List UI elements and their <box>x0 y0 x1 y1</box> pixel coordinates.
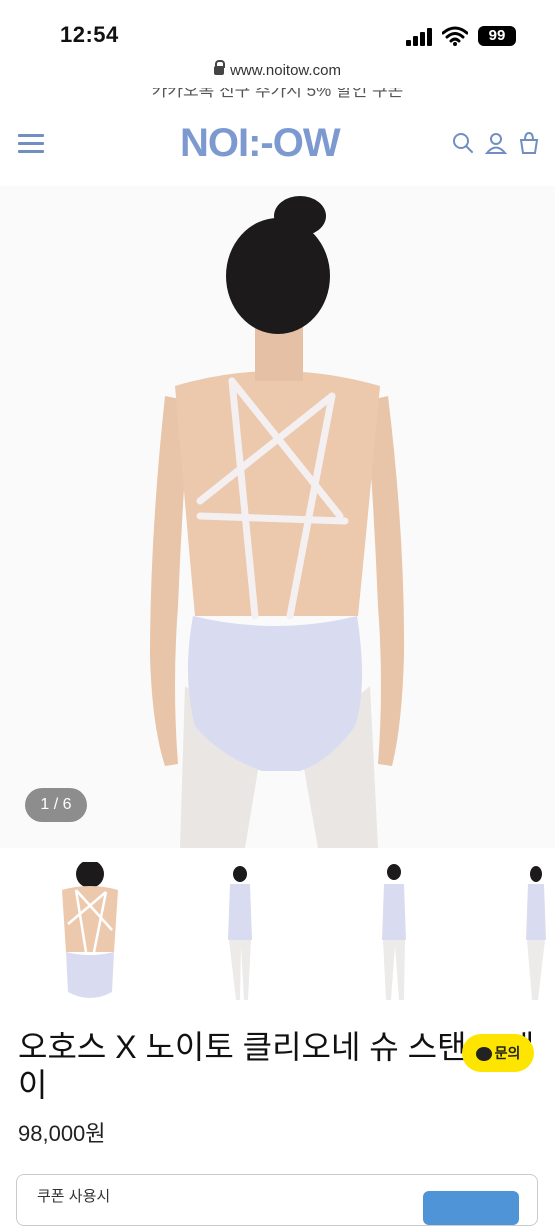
clock: 12:54 <box>60 22 119 47</box>
brand-logo[interactable]: NOI:-OW <box>180 121 341 166</box>
thumbnail-image <box>382 864 406 1000</box>
promo-text: 카카오톡 친구 추가시 5% 할인 쿠폰 <box>151 88 404 100</box>
thumbnail-image <box>228 866 252 1000</box>
chat-icon <box>475 1047 492 1062</box>
thumbnail-2[interactable] <box>170 862 310 1010</box>
search-icon[interactable] <box>450 130 476 156</box>
lock-icon <box>214 60 226 75</box>
signal-icon <box>406 28 436 46</box>
coupon-label: 쿠폰 사용시 <box>37 1188 111 1205</box>
thumbnail-3[interactable] <box>324 862 464 1010</box>
status-bar: 12:54 99 <box>0 0 555 62</box>
menu-icon[interactable] <box>18 134 44 154</box>
model-photo <box>0 186 555 848</box>
thumbnail-4[interactable] <box>478 862 555 1010</box>
coupon-button[interactable] <box>423 1191 519 1225</box>
coupon-box: 쿠폰 사용시 <box>16 1174 538 1226</box>
product-price: 98,000원 <box>18 1121 106 1146</box>
inquiry-label: 문의 <box>494 1045 521 1061</box>
site-header: NOI:-OW <box>0 104 555 182</box>
user-icon[interactable] <box>483 130 509 156</box>
address-bar[interactable]: www.noitow.com <box>0 60 555 90</box>
product-title: 오호스 X 노이토 클리오네 슈 스탠 그레이 <box>18 1029 535 1103</box>
url-text: www.noitow.com <box>230 62 341 79</box>
cart-icon[interactable] <box>516 130 542 156</box>
inquiry-button[interactable]: 문의 <box>462 1034 534 1072</box>
product-image[interactable] <box>0 186 555 848</box>
battery-icon: 99 <box>478 26 516 46</box>
wifi-icon <box>442 26 468 46</box>
gallery-counter: 1 / 6 <box>25 788 87 822</box>
thumbnail-image <box>526 866 546 1000</box>
promo-banner[interactable]: 카카오톡 친구 추가시 5% 할인 쿠폰 <box>0 88 555 102</box>
thumbnail-strip <box>0 862 555 1010</box>
thumbnail-image <box>62 862 118 998</box>
thumbnail-1[interactable] <box>16 862 156 1010</box>
